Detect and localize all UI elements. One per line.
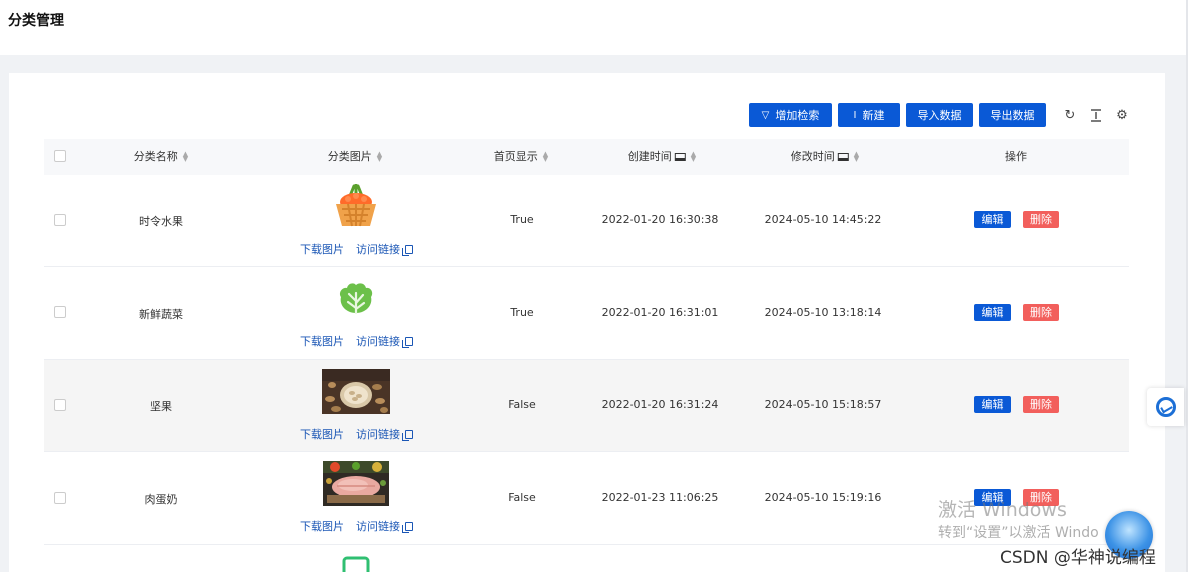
filter-icon: ▽	[761, 109, 770, 121]
delete-button[interactable]: 删除	[1023, 396, 1059, 413]
page-header: 分类管理	[0, 0, 1186, 55]
image-links: 下载图片 访问链接	[300, 333, 413, 349]
meat-photo	[323, 461, 389, 510]
table-row: 坚果 下载图片 访问链接 False 2022-01-20 16:31:24 2…	[44, 360, 1129, 452]
import-label: 导入数据	[917, 109, 962, 122]
row-checkbox[interactable]	[54, 399, 66, 411]
column-name-label: 分类名称	[133, 150, 178, 163]
floating-assistant-button[interactable]	[1147, 388, 1184, 426]
copy-icon[interactable]	[402, 336, 413, 348]
settings-icon[interactable]: ⚙	[1114, 107, 1130, 123]
sort-icon[interactable]: ▲ ▼	[691, 151, 696, 163]
home-display-value: False	[508, 491, 536, 504]
modified-time: 2024-05-10 14:45:22	[764, 213, 882, 226]
table-row: 新鲜蔬菜 下载图片 访问链接 True 2022-01-20 16:31:01 …	[44, 267, 1129, 360]
modified-time: 2024-05-10 15:18:57	[764, 398, 882, 411]
visit-link[interactable]: 访问链接	[356, 518, 400, 534]
category-name: 坚果	[150, 400, 172, 413]
laptop-icon	[674, 153, 686, 161]
created-time: 2022-01-23 11:06:25	[601, 491, 719, 504]
column-height-icon[interactable]	[1088, 107, 1104, 123]
row-checkbox[interactable]	[54, 214, 66, 226]
copy-icon[interactable]	[402, 244, 413, 256]
copy-icon[interactable]	[402, 429, 413, 441]
home-display-value: True	[510, 213, 534, 226]
visit-link[interactable]: 访问链接	[356, 333, 400, 349]
category-name: 肉蛋奶	[144, 493, 178, 506]
download-image-link[interactable]: 下载图片	[300, 241, 344, 257]
table-row: 时令水果 下载图片 访问链接 True 2022-01-20 16:30:38 …	[44, 175, 1129, 267]
delete-button[interactable]: 删除	[1023, 304, 1059, 321]
new-button[interactable]: I 新建	[838, 103, 900, 127]
download-image-link[interactable]: 下载图片	[300, 518, 344, 534]
column-image-label: 分类图片	[327, 150, 372, 163]
visit-link[interactable]: 访问链接	[356, 426, 400, 442]
modified-time: 2024-05-10 15:19:16	[764, 491, 882, 504]
table-toolbar: ▽ 增加检索 I 新建 导入数据 导出数据 ↻ ⚙	[749, 103, 1130, 127]
activate-windows-title: 激活 Windows	[938, 499, 1067, 521]
created-time: 2022-01-20 16:31:01	[601, 306, 719, 319]
edit-button[interactable]: 编辑	[974, 211, 1011, 228]
download-image-link[interactable]: 下载图片	[300, 333, 344, 349]
import-data-button[interactable]: 导入数据	[906, 103, 973, 127]
sort-icon[interactable]: ▲ ▼	[377, 151, 382, 163]
export-data-button[interactable]: 导出数据	[979, 103, 1046, 127]
created-time: 2022-01-20 16:31:24	[601, 398, 719, 411]
row-checkbox[interactable]	[54, 492, 66, 504]
row-checkbox[interactable]	[54, 306, 66, 318]
image-links: 下载图片 访问链接	[300, 241, 413, 257]
select-all-checkbox[interactable]	[54, 150, 66, 162]
column-created-label: 创建时间	[627, 150, 672, 163]
fruit-basket-icon	[334, 183, 378, 234]
next-row-icon	[342, 556, 370, 572]
column-header-name[interactable]: 分类名称 ▲ ▼	[134, 139, 188, 175]
home-display-value: False	[508, 398, 536, 411]
add-filter-button[interactable]: ▽ 增加检索	[749, 103, 832, 127]
table-header: 分类名称 ▲ ▼ 分类图片 ▲ ▼ 首页显示 ▲ ▼ 创建时间 ▲ ▼ 修改时间 ▲ ▼ 操作	[44, 139, 1129, 175]
column-header-created[interactable]: 创建时间 ▲ ▼	[628, 139, 696, 175]
vegetable-icon	[336, 281, 376, 319]
sort-icon[interactable]: ▲ ▼	[183, 151, 188, 163]
column-header-home-display[interactable]: 首页显示 ▲ ▼	[494, 139, 548, 175]
visit-link[interactable]: 访问链接	[356, 241, 400, 257]
column-modified-label: 修改时间	[790, 150, 835, 163]
edit-button[interactable]: 编辑	[974, 396, 1011, 413]
csdn-watermark: CSDN @华神说编程	[1000, 548, 1156, 568]
edit-button[interactable]: 编辑	[974, 304, 1011, 321]
download-image-link[interactable]: 下载图片	[300, 426, 344, 442]
sort-icon[interactable]: ▲ ▼	[854, 151, 859, 163]
sort-icon[interactable]: ▲ ▼	[543, 151, 548, 163]
laptop-icon	[837, 153, 849, 161]
export-label: 导出数据	[990, 109, 1035, 122]
new-label: 新建	[862, 109, 885, 122]
delete-button[interactable]: 删除	[1023, 211, 1059, 228]
created-time: 2022-01-20 16:30:38	[601, 213, 719, 226]
assistant-icon	[1155, 397, 1176, 417]
add-filter-label: 增加检索	[775, 109, 820, 122]
column-header-actions: 操作	[1005, 139, 1027, 175]
category-name: 新鲜蔬菜	[139, 308, 183, 321]
column-header-modified[interactable]: 修改时间 ▲ ▼	[791, 139, 859, 175]
reload-icon[interactable]: ↻	[1062, 107, 1078, 123]
image-links: 下载图片 访问链接	[300, 426, 413, 442]
page-title: 分类管理	[8, 13, 64, 29]
image-links: 下载图片 访问链接	[300, 518, 413, 534]
nuts-photo	[322, 369, 390, 418]
cursor-icon: I	[853, 109, 857, 121]
modified-time: 2024-05-10 13:18:14	[764, 306, 882, 319]
home-display-value: True	[510, 306, 534, 319]
column-header-image[interactable]: 分类图片 ▲ ▼	[328, 139, 382, 175]
activate-windows-hint: 转到“设置”以激活 Windo	[938, 525, 1099, 541]
column-actions-label: 操作	[1005, 150, 1027, 163]
copy-icon[interactable]	[402, 521, 413, 533]
column-home-label: 首页显示	[493, 150, 538, 163]
category-name: 时令水果	[139, 215, 183, 228]
